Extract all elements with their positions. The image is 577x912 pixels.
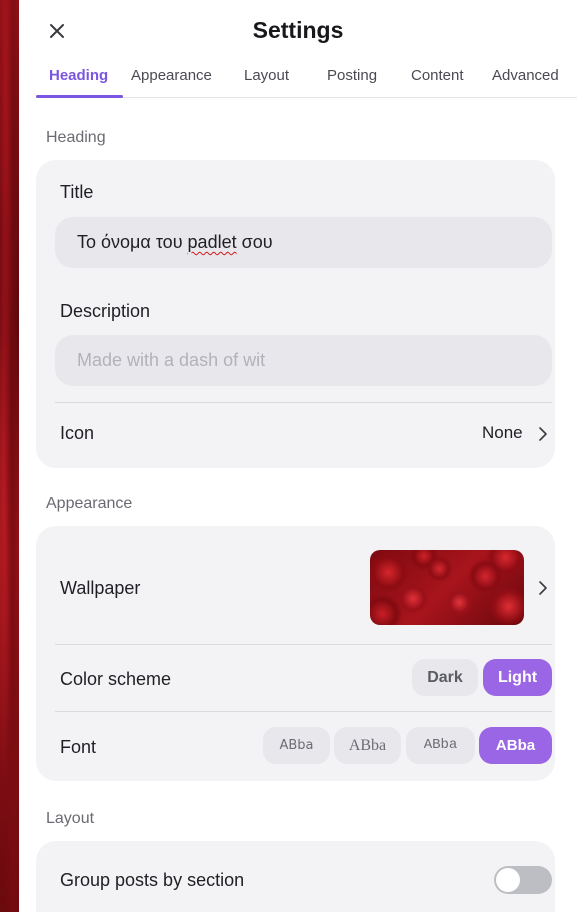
background-wallpaper-edge — [0, 0, 19, 912]
icon-value: None — [482, 423, 523, 442]
description-input[interactable] — [55, 335, 552, 386]
section-label-heading: Heading — [46, 129, 106, 146]
title-label: Title — [60, 182, 94, 202]
active-tab-indicator — [36, 95, 123, 98]
heading-card: Title Το όνομα του padlet σου Descriptio… — [36, 160, 555, 468]
page-title: Settings — [252, 17, 344, 43]
divider — [55, 711, 552, 712]
group-posts-label: Group posts by section — [60, 870, 245, 890]
title-value-prefix: Το όνομα του — [77, 232, 188, 252]
tab-appearance[interactable]: Appearance — [131, 67, 212, 84]
title-input[interactable]: Το όνομα του padlet σου — [55, 217, 552, 268]
color-scheme-light-button[interactable]: Light — [483, 659, 552, 696]
font-options: ABba ABba ABba ABba — [263, 727, 552, 764]
tab-posting[interactable]: Posting — [327, 67, 377, 84]
font-option-bold-selected[interactable]: ABba — [479, 727, 552, 764]
font-option-mono[interactable]: ABba — [406, 727, 475, 764]
tab-content[interactable]: Content — [411, 67, 464, 84]
icon-label: Icon — [60, 423, 95, 443]
layout-card: Group posts by section — [36, 841, 555, 912]
color-scheme-dark-button[interactable]: Dark — [412, 659, 478, 696]
color-scheme-label: Color scheme — [60, 669, 172, 689]
font-option-sans[interactable]: ABba — [263, 727, 330, 764]
group-posts-toggle[interactable] — [494, 866, 552, 894]
settings-header: Settings — [19, 0, 577, 60]
chevron-right-icon — [539, 581, 547, 595]
title-value-suffix: σου — [236, 232, 273, 252]
font-option-serif[interactable]: ABba — [334, 727, 401, 764]
description-label: Description — [60, 301, 151, 321]
settings-panel: Settings Heading Appearance Layout Posti… — [19, 0, 577, 912]
font-label: Font — [60, 737, 97, 757]
icon-row[interactable]: Icon None — [36, 403, 555, 465]
section-label-layout: Layout — [46, 810, 95, 827]
wallpaper-row[interactable]: Wallpaper — [36, 526, 555, 644]
wallpaper-label: Wallpaper — [60, 578, 141, 598]
divider — [55, 644, 552, 645]
tab-advanced[interactable]: Advanced — [492, 67, 559, 84]
tab-heading[interactable]: Heading — [49, 67, 108, 84]
title-value-misspelled: padlet — [187, 232, 237, 252]
settings-tabs: Heading Appearance Layout Posting Conten… — [36, 60, 577, 98]
tab-layout[interactable]: Layout — [244, 67, 289, 84]
section-label-appearance: Appearance — [46, 495, 133, 512]
appearance-card: Wallpaper Color scheme Dark Light Font A… — [36, 526, 555, 781]
chevron-right-icon — [539, 427, 547, 441]
toggle-knob — [496, 868, 520, 892]
wallpaper-thumbnail — [370, 550, 524, 625]
